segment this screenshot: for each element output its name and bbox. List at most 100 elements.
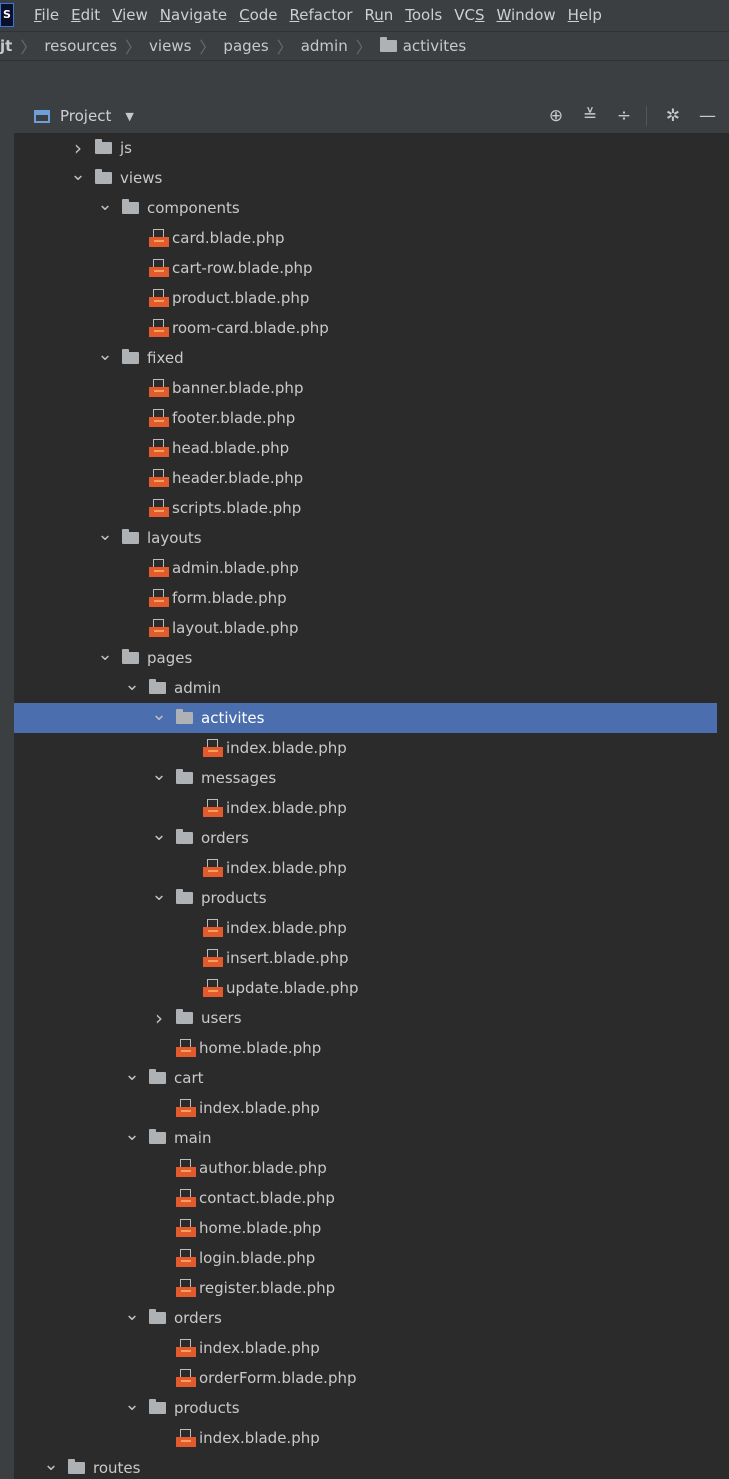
tree-file-row[interactable]: product.blade.php [14,283,717,313]
chevron-down-icon[interactable]: ⌄ [43,1454,59,1475]
chevron-down-icon[interactable]: ⌄ [97,644,113,665]
tree-file-row[interactable]: author.blade.php [14,1153,717,1183]
tree-file-row[interactable]: index.blade.php [14,1093,717,1123]
menu-view[interactable]: View [112,6,148,24]
gear-icon[interactable]: ✲ [665,106,681,126]
menu-tools[interactable]: Tools [405,6,442,24]
chevron-down-icon[interactable]: ⌄ [97,194,113,215]
tree-file-row[interactable]: index.blade.php [14,733,717,763]
menu-edit[interactable]: Edit [71,6,100,24]
tree-folder-row[interactable]: › js [14,133,717,163]
tree-file-row[interactable]: head.blade.php [14,433,717,463]
tree-item-label: products [201,889,267,907]
tree-file-row[interactable]: index.blade.php [14,913,717,943]
tree-file-row[interactable]: scripts.blade.php [14,493,717,523]
tree-folder-row[interactable]: ⌄ fixed [14,343,717,373]
tree-folder-row[interactable]: ⌄ products [14,1393,717,1423]
menu-file[interactable]: File [34,6,59,24]
menu-help[interactable]: Help [568,6,602,24]
tree-folder-row[interactable]: ⌄ cart [14,1063,717,1093]
breadcrumb-item-views[interactable]: views [149,37,191,55]
tree-folder-row[interactable]: ⌄ admin [14,673,717,703]
tree-file-row[interactable]: layout.blade.php [14,613,717,643]
tree-folder-row[interactable]: ⌄ components [14,193,717,223]
breadcrumb-item-resources[interactable]: resources [44,37,117,55]
tree-file-row[interactable]: orderForm.blade.php [14,1363,717,1393]
tree-file-row[interactable]: home.blade.php [14,1213,717,1243]
chevron-down-icon[interactable]: ⌄ [151,764,167,785]
menu-run[interactable]: Run [364,6,393,24]
tree-file-row[interactable]: contact.blade.php [14,1183,717,1213]
tree-file-row[interactable]: room-card.blade.php [14,313,717,343]
tree-file-row[interactable]: login.blade.php [14,1243,717,1273]
expand-all-icon[interactable]: ≚ [582,106,598,126]
chevron-down-icon[interactable]: ⌄ [124,1304,140,1325]
tree-folder-row[interactable]: ⌄ orders [14,823,717,853]
folder-icon [176,829,193,844]
tree-folder-row[interactable]: ⌄ main [14,1123,717,1153]
blade-file-icon [149,409,169,427]
tree-file-row[interactable]: index.blade.php [14,793,717,823]
breadcrumb-item-pages[interactable]: pages [223,37,268,55]
blade-file-icon [203,739,223,757]
breadcrumb-item-activites[interactable]: activites [379,37,466,55]
chevron-down-icon[interactable]: ⌄ [151,704,167,725]
chevron-down-icon[interactable]: ⌄ [124,1394,140,1415]
chevron-down-icon[interactable]: ⌄ [70,164,86,185]
breadcrumb-item-project[interactable]: jt [0,37,12,55]
menu-vcs[interactable]: VCS [454,6,484,24]
tree-file-row[interactable]: card.blade.php [14,223,717,253]
project-view-title[interactable]: Project [60,107,111,125]
tree-folder-row[interactable]: › users [14,1003,717,1033]
breadcrumb-separator: 〉 [199,38,216,57]
blade-file-icon [149,619,169,637]
tree-file-row[interactable]: index.blade.php [14,853,717,883]
tree-file-row[interactable]: cart-row.blade.php [14,253,717,283]
tree-file-row[interactable]: banner.blade.php [14,373,717,403]
tree-file-row[interactable]: update.blade.php [14,973,717,1003]
tree-file-row[interactable]: form.blade.php [14,583,717,613]
tree-file-row[interactable]: index.blade.php [14,1333,717,1363]
chevron-down-icon[interactable]: ⌄ [124,1124,140,1145]
menu-navigate[interactable]: Navigate [160,6,227,24]
tree-file-row[interactable]: admin.blade.php [14,553,717,583]
menu-window[interactable]: Window [496,6,555,24]
tree-file-row[interactable]: register.blade.php [14,1273,717,1303]
tree-file-row[interactable]: index.blade.php [14,1423,717,1453]
tree-file-row[interactable]: footer.blade.php [14,403,717,433]
chevron-down-icon[interactable]: ⌄ [97,344,113,365]
folder-icon [176,709,193,724]
collapse-all-icon[interactable]: ÷ [616,106,632,126]
menu-code[interactable]: Code [239,6,277,24]
tree-file-row[interactable]: header.blade.php [14,463,717,493]
chevron-right-icon[interactable]: › [70,136,86,160]
tree-item-label: routes [93,1459,141,1477]
tree-file-row[interactable]: home.blade.php [14,1033,717,1063]
tree-folder-row[interactable]: ⌄ pages [14,643,717,673]
blade-file-icon [176,1369,196,1387]
minimize-icon[interactable]: — [699,106,716,126]
tree-folder-row[interactable]: ⌄ messages [14,763,717,793]
locate-icon[interactable]: ⊕ [548,106,564,126]
tree-item-label: home.blade.php [199,1039,322,1057]
chevron-down-icon[interactable]: ▼ [125,110,133,123]
tree-item-label: banner.blade.php [172,379,304,397]
tree-folder-row[interactable]: ⌄ layouts [14,523,717,553]
tree-folder-row[interactable]: ⌄ routes [14,1453,717,1479]
chevron-right-icon[interactable]: › [151,1006,167,1030]
breadcrumb-item-admin[interactable]: admin [301,37,348,55]
tree-folder-row[interactable]: ⌄ orders [14,1303,717,1333]
tree-folder-row[interactable]: ⌄ activites [14,703,717,733]
chevron-down-icon[interactable]: ⌄ [124,1064,140,1085]
tree-folder-row[interactable]: ⌄ views [14,163,717,193]
tree-file-row[interactable]: insert.blade.php [14,943,717,973]
chevron-down-icon[interactable]: ⌄ [151,884,167,905]
tree-folder-row[interactable]: ⌄ products [14,883,717,913]
tree-item-label: cart [174,1069,204,1087]
menu-refactor[interactable]: Refactor [290,6,353,24]
scrollbar-track[interactable] [717,133,729,1479]
chevron-down-icon[interactable]: ⌄ [124,674,140,695]
chevron-down-icon[interactable]: ⌄ [151,824,167,845]
chevron-down-icon[interactable]: ⌄ [97,524,113,545]
menu-bar: S File Edit View Navigate Code Refactor Run Too… [0,0,729,30]
